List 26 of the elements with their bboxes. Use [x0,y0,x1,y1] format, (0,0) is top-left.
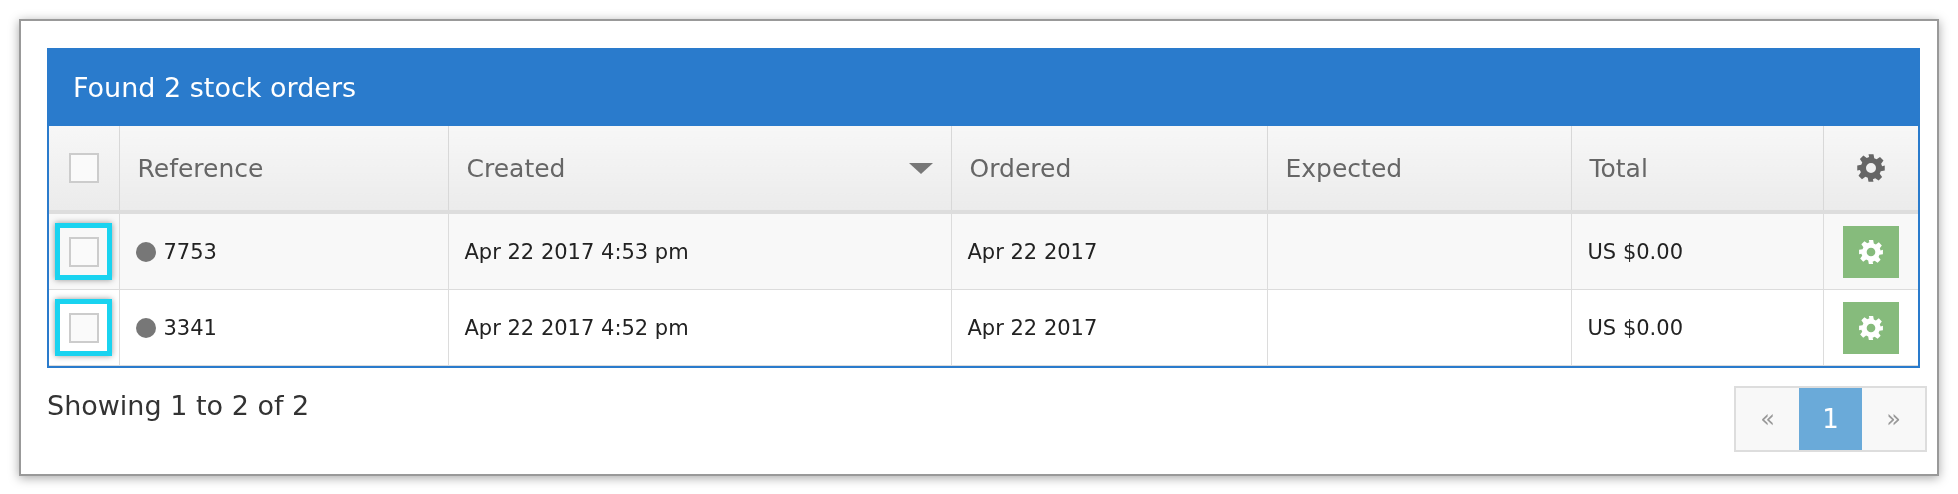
column-header[interactable]: Reference [119,126,448,212]
checkbox[interactable] [68,236,99,267]
settings-button[interactable] [1842,301,1899,354]
column-header[interactable]: Ordered [951,126,1267,212]
results-summary: Showing 1 to 2 of 2 [47,390,310,421]
table-cell: Apr 22 2017 4:53 pm [448,212,951,290]
sort-caret-icon [908,162,933,174]
settings-icon [1857,238,1884,265]
table-cell: Apr 22 2017 4:52 pm [448,289,951,366]
settings-icon[interactable] [1855,153,1886,183]
panel-title: Found 2 stock orders [73,71,357,103]
table-cell: US $0.00 [1571,289,1823,366]
column-header[interactable]: Total [1571,126,1823,212]
reference-text: 7753 [163,239,217,264]
reference-text: 3341 [163,315,217,340]
settings-button[interactable] [1842,225,1899,278]
table-cell: Apr 22 2017 [951,212,1267,290]
checkbox[interactable] [68,153,99,183]
previous-page-button[interactable]: « [1736,388,1799,450]
table-cell: Apr 22 2017 [951,289,1267,366]
column-header[interactable]: Created [448,126,951,212]
column-header[interactable]: Expected [1267,126,1571,212]
checkbox[interactable] [68,312,99,343]
table-cell: US $0.00 [1571,212,1823,290]
next-page-button[interactable]: » [1862,388,1925,450]
settings-icon [1857,314,1884,341]
